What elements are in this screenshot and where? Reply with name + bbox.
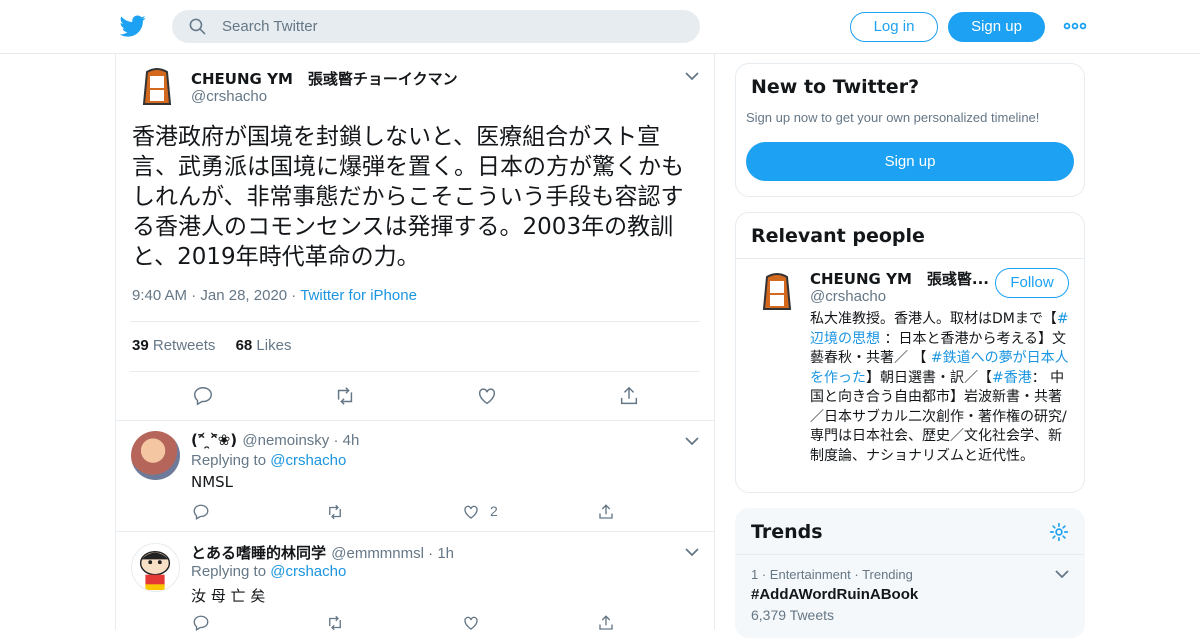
bio-text: 私大准教授。香港人。取材はDMまで【 — [810, 311, 1057, 327]
trends-title: Trends — [751, 521, 823, 543]
trend-meta: 1 · Entertainment · Trending — [751, 567, 913, 582]
cartoon-avatar-icon — [139, 550, 171, 591]
login-button[interactable]: Log in — [850, 12, 938, 42]
reply-avatar[interactable] — [131, 543, 180, 592]
replying-to-link[interactable]: @crshacho — [270, 563, 346, 580]
trend-status: Trending — [862, 567, 913, 582]
trend-tweet-count: 6,379 Tweets — [751, 607, 835, 623]
trend-name[interactable]: #AddAWordRuinABook — [751, 586, 918, 603]
like-count-value: 68 — [235, 337, 253, 354]
author-name[interactable]: CHEUNG YM 張彧暋チョーイクマン — [191, 68, 458, 89]
new-to-twitter-card: New to Twitter? Sign up now to get your … — [735, 63, 1085, 197]
relevant-people-title: Relevant people — [751, 225, 925, 247]
relevant-people-card: Relevant people CHEUNG YM 張彧暋... @crshac… — [735, 212, 1085, 493]
like-count-label: Likes — [256, 337, 292, 354]
person-name[interactable]: CHEUNG YM 張彧暋... — [810, 268, 990, 289]
hashtag-link[interactable]: #香港 — [992, 370, 1032, 386]
person-handle[interactable]: @crshacho — [810, 288, 886, 305]
tweet-text: 香港政府が国境を封鎖しないと、医療組合がスト宣言、武勇派は国境に爆弾を置く。日本… — [132, 124, 684, 270]
follow-button[interactable]: Follow — [995, 268, 1069, 298]
divider — [130, 371, 700, 372]
trend-category: Entertainment — [769, 567, 851, 582]
reply-author-handle: @nemoinsky — [242, 432, 330, 449]
tweet-stats: 39 Retweets 68 Likes — [132, 337, 291, 354]
tweet-date[interactable]: Jan 28, 2020 — [200, 287, 287, 304]
replying-to-link[interactable]: @crshacho — [270, 452, 346, 469]
search-icon — [189, 18, 206, 35]
reply-icon[interactable] — [192, 503, 210, 521]
share-icon[interactable] — [597, 503, 615, 521]
trend-rank: 1 — [751, 567, 759, 582]
person-bio: 私大准教授。香港人。取材はDMまで【#辺境の思想 ：日本と香港から考える】文藝春… — [810, 310, 1072, 466]
tweet-time[interactable]: 9:40 AM — [132, 287, 187, 304]
divider — [116, 420, 714, 421]
reply-age: 1h — [437, 545, 455, 562]
main-timeline: CHEUNG YM 張彧暋チョーイクマン @crshacho 香港政府が国境を封… — [115, 54, 715, 632]
dot-separator: · — [329, 432, 343, 449]
like-heart-icon[interactable] — [462, 503, 480, 521]
signup-button[interactable]: Sign up — [948, 12, 1045, 42]
bio-text: 】朝日選書・訳／【 — [866, 369, 992, 386]
new-to-twitter-title: New to Twitter? — [751, 76, 920, 98]
person-avatar[interactable] — [754, 269, 800, 315]
replying-to-label: Replying to — [191, 452, 267, 469]
reply-author[interactable]: とある嗜睡的林同学 @emmmnmsl · 1h — [191, 542, 454, 563]
tweet-source-link[interactable]: Twitter for iPhone — [300, 287, 417, 304]
retweet-count-value: 39 — [132, 337, 149, 354]
like-heart-icon[interactable] — [462, 614, 480, 632]
share-icon[interactable] — [618, 385, 640, 407]
reply-icon[interactable] — [192, 614, 210, 632]
divider — [736, 554, 1084, 555]
replying-to: Replying to @crshacho — [191, 563, 346, 580]
dot-separator: · — [423, 545, 438, 562]
retweet-icon[interactable] — [334, 385, 356, 407]
avatar-image-icon — [142, 68, 172, 105]
share-icon[interactable] — [597, 614, 615, 632]
twitter-bird-icon[interactable] — [120, 13, 146, 39]
divider — [116, 531, 714, 532]
reply-author[interactable]: (ᵔ᷄ ̯ᵔ᷅❀) @nemoinsky · 4h — [191, 431, 359, 449]
sidebar-signup-button[interactable]: Sign up — [746, 142, 1074, 181]
more-options-icon[interactable] — [1063, 16, 1087, 36]
new-to-twitter-subtitle: Sign up now to get your own personalized… — [746, 110, 1040, 125]
chevron-down-icon[interactable] — [685, 72, 699, 81]
reply-age: 4h — [342, 432, 360, 449]
like-heart-icon[interactable] — [476, 385, 498, 407]
chevron-down-icon[interactable] — [685, 548, 699, 557]
like-count[interactable]: 68 Likes — [236, 337, 292, 354]
retweet-count[interactable]: 39 Retweets — [132, 337, 215, 354]
like-count: 2 — [490, 503, 498, 519]
author-handle[interactable]: @crshacho — [191, 88, 267, 105]
author-avatar[interactable] — [134, 64, 180, 110]
divider — [130, 321, 700, 322]
avatar-image-icon — [762, 273, 792, 310]
top-navigation-bar: Log in Sign up — [0, 0, 1200, 54]
retweet-icon[interactable] — [326, 614, 344, 632]
settings-gear-icon[interactable] — [1049, 522, 1069, 542]
retweet-icon[interactable] — [326, 503, 344, 521]
reply-author-name: (ᵔ᷄ ̯ᵔ᷅❀) — [191, 431, 238, 449]
retweet-count-label: Retweets — [152, 337, 216, 354]
reply-author-name: とある嗜睡的林同学 — [191, 544, 327, 562]
chevron-down-icon[interactable] — [1055, 570, 1069, 579]
chevron-down-icon[interactable] — [685, 437, 699, 446]
reply-text: 汝 母 亡 矣 — [191, 587, 266, 605]
reply-avatar[interactable] — [131, 431, 180, 480]
search-bar[interactable] — [172, 10, 700, 43]
replying-to-label: Replying to — [191, 563, 267, 580]
trends-card: Trends 1 · Entertainment · Trending #Add… — [735, 508, 1085, 638]
replying-to: Replying to @crshacho — [191, 452, 346, 469]
search-input[interactable] — [222, 10, 682, 43]
divider — [736, 258, 1084, 259]
reply-author-handle: @emmmnmsl — [331, 545, 424, 562]
reply-icon[interactable] — [192, 385, 214, 407]
reply-text: NMSL — [191, 473, 234, 491]
tweet-timestamp: 9:40 AM · Jan 28, 2020 · Twitter for iPh… — [132, 287, 417, 304]
